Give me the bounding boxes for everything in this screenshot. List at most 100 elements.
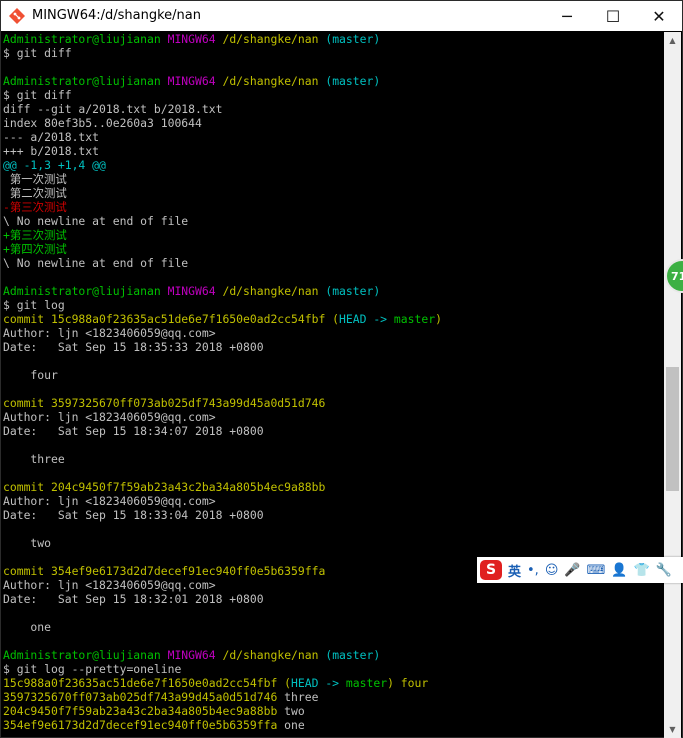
terminal-text-segment: Administrator@liujianan (3, 32, 168, 46)
terminal-text-segment: @@ -1,3 +1,4 @@ (3, 158, 106, 172)
terminal-text-segment: MINGW64 (167, 648, 223, 662)
terminal-line: \ No newline at end of file (3, 256, 664, 270)
terminal-text-segment: commit 3597325670ff073ab025df743a99d45a0… (3, 396, 326, 410)
terminal-text-segment: commit 15c988a0f23635ac51de6e7f1650e0ad2… (3, 312, 333, 326)
terminal-text-segment: 第二次测试 (3, 186, 67, 200)
vertical-scrollbar[interactable]: ▲ ▼ (664, 32, 681, 738)
wrench-icon[interactable]: 🔧 (656, 563, 672, 578)
ime-toolbar: S 英 •, ☺ 🎤 ⌨ 👤 👕 🔧 (477, 557, 683, 583)
terminal-line: commit 15c988a0f23635ac51de6e7f1650e0ad2… (3, 312, 664, 326)
terminal-text-segment: (master) (325, 74, 381, 88)
terminal-text-segment: Administrator@liujianan (3, 74, 168, 88)
terminal-line: $ git diff (3, 88, 664, 102)
skin-shirt-icon[interactable]: 👕 (634, 563, 650, 578)
terminal-line: Administrator@liujianan MINGW64 /d/shang… (3, 648, 664, 662)
terminal-line: +第四次测试 (3, 242, 664, 256)
terminal-line: 第一次测试 (3, 172, 664, 186)
terminal-text-segment: one (284, 718, 305, 732)
terminal-text-segment: two (284, 704, 305, 718)
language-toggle[interactable]: 英 (508, 561, 521, 580)
terminal-text-segment: /d/shangke/nan (222, 648, 326, 662)
terminal-line: Author: ljn <1823406059@qq.com> (3, 410, 664, 424)
terminal-line: 204c9450f7f59ab23a43c2ba34a805b4ec9a88bb… (3, 704, 664, 718)
terminal-text-segment: /d/shangke/nan (222, 284, 326, 298)
terminal-text-segment: (master) (325, 32, 381, 46)
terminal-text-segment: four (3, 368, 58, 382)
terminal-text-segment: 15c988a0f23635ac51de6e7f1650e0ad2cc54fbf (3, 676, 285, 690)
terminal-text-segment: three (3, 452, 65, 466)
terminal-text-segment: Date: Sat Sep 15 18:34:07 2018 +0800 (3, 424, 264, 438)
terminal-text-segment: Administrator@liujianan (3, 648, 168, 662)
terminal-text-segment: $ git log --pretty=oneline (3, 662, 182, 676)
terminal-text-segment: Author: ljn <1823406059@qq.com> (3, 410, 216, 424)
terminal-text-segment: HEAD -> (291, 676, 346, 690)
terminal-line: Administrator@liujianan MINGW64 /d/shang… (3, 284, 664, 298)
scrollbar-thumb[interactable] (666, 366, 679, 491)
terminal-text-segment: -第三次测试 (3, 200, 67, 214)
terminal-line: one (3, 620, 664, 634)
terminal-text-segment: Administrator@liujianan (3, 284, 168, 298)
terminal-line: \ No newline at end of file (3, 214, 664, 228)
close-button[interactable]: ✕ (636, 1, 682, 31)
terminal-line: $ git log --pretty=oneline (3, 662, 664, 676)
emoji-icon[interactable]: ☺ (545, 563, 559, 578)
terminal-text-segment: $ git log (3, 298, 65, 312)
terminal-text-segment: Date: Sat Sep 15 18:35:33 2018 +0800 (3, 340, 264, 354)
terminal-line: Author: ljn <1823406059@qq.com> (3, 494, 664, 508)
terminal-line: four (3, 368, 664, 382)
terminal-text-segment: commit 354ef9e6173d2d7decef91ec940ff0e5b… (3, 564, 326, 578)
minimize-button[interactable]: ─ (544, 1, 590, 31)
git-bash-icon (9, 8, 25, 24)
terminal-text-segment: MINGW64 (167, 74, 223, 88)
terminal-text-segment: +第四次测试 (3, 242, 67, 256)
title-bar[interactable]: MINGW64:/d/shangke/nan ─ ☐ ✕ (1, 1, 682, 31)
terminal-line: +++ b/2018.txt (3, 144, 664, 158)
terminal-text-segment: /d/shangke/nan (222, 74, 326, 88)
terminal-text-segment: (master) (325, 284, 381, 298)
terminal-line: commit 3597325670ff073ab025df743a99d45a0… (3, 396, 664, 410)
terminal-text-segment: MINGW64 (167, 284, 223, 298)
terminal-text-segment: two (3, 536, 52, 550)
terminal-line: 第二次测试 (3, 186, 664, 200)
terminal-text-segment: MINGW64 (167, 32, 223, 46)
terminal-text-segment: master (345, 676, 388, 690)
terminal-text-segment: +++ b/2018.txt (3, 144, 100, 158)
terminal-line: $ git log (3, 298, 664, 312)
terminal-line: --- a/2018.txt (3, 130, 664, 144)
punctuation-icon[interactable]: •, (527, 563, 539, 578)
sogou-logo-icon[interactable]: S (480, 560, 502, 580)
terminal-text-segment: Date: Sat Sep 15 18:32:01 2018 +0800 (3, 592, 264, 606)
terminal-line: Administrator@liujianan MINGW64 /d/shang… (3, 32, 664, 46)
keyboard-icon[interactable]: ⌨ (587, 563, 606, 578)
terminal-text-segment: HEAD -> (339, 312, 394, 326)
terminal-text-segment: 第一次测试 (3, 172, 67, 186)
terminal-line: diff --git a/2018.txt b/2018.txt (3, 102, 664, 116)
terminal-line: index 80ef3b5..0e260a3 100644 (3, 116, 664, 130)
terminal-line: two (3, 536, 664, 550)
terminal-text-segment: Date: Sat Sep 15 18:33:04 2018 +0800 (3, 508, 264, 522)
terminal-text-segment: 204c9450f7f59ab23a43c2ba34a805b4ec9a88bb (3, 704, 285, 718)
terminal-text-segment: +第三次测试 (3, 228, 67, 242)
maximize-button[interactable]: ☐ (590, 1, 636, 31)
terminal-text-segment: $ git diff (3, 88, 72, 102)
terminal-line: Date: Sat Sep 15 18:34:07 2018 +0800 (3, 424, 664, 438)
microphone-icon[interactable]: 🎤 (564, 563, 580, 578)
user-icon[interactable]: 👤 (611, 563, 627, 578)
terminal-text-segment: /d/shangke/nan (222, 32, 326, 46)
scroll-up-arrow-icon[interactable]: ▲ (664, 32, 681, 49)
scroll-down-arrow-icon[interactable]: ▼ (664, 721, 681, 738)
terminal-line: $ git diff (3, 46, 664, 60)
terminal-text-segment: Author: ljn <1823406059@qq.com> (3, 326, 216, 340)
terminal-output[interactable]: Administrator@liujianan MINGW64 /d/shang… (3, 32, 664, 738)
terminal-text-segment: --- a/2018.txt (3, 130, 100, 144)
terminal-line: Administrator@liujianan MINGW64 /d/shang… (3, 74, 664, 88)
terminal-text-segment: ) four (387, 676, 429, 690)
